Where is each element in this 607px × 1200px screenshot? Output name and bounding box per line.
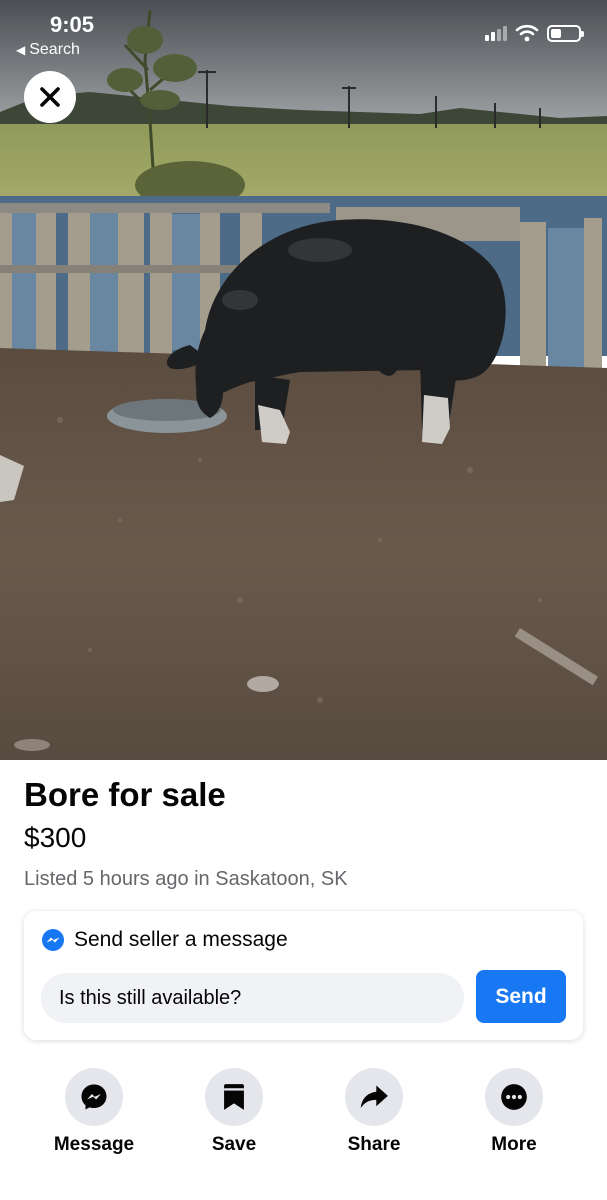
bookmark-icon [224, 1084, 244, 1110]
listing-price: $300 [24, 822, 87, 853]
message-action-circle [65, 1068, 123, 1126]
share-arrow-icon [360, 1085, 388, 1108]
message-card-heading: Send seller a message [74, 928, 288, 951]
listing-photo[interactable]: 9:05 ◀ Search [0, 0, 607, 760]
back-triangle-icon: ◀ [16, 43, 26, 57]
listing-meta: Listed 5 hours ago in Saskatoon, SK [24, 868, 348, 890]
message-action-label: Message [53, 1134, 135, 1155]
messenger-icon [42, 929, 64, 951]
message-card-header: Send seller a message [41, 928, 288, 952]
save-action-label: Save [211, 1134, 257, 1155]
message-input[interactable] [41, 973, 464, 1023]
more-action-circle [485, 1068, 543, 1126]
status-time: 9:05 [50, 12, 95, 37]
share-action-label: Share [347, 1134, 401, 1155]
back-to-search-link[interactable]: ◀ Search [16, 41, 80, 59]
wifi-icon [515, 24, 539, 42]
more-dots-icon [501, 1084, 527, 1110]
more-action-label: More [491, 1134, 537, 1155]
action-bar: Message Save Share More [0, 1068, 607, 1168]
battery-icon [547, 24, 584, 42]
message-seller-card: Send seller a message Send [24, 911, 583, 1040]
cellular-signal-icon [485, 25, 507, 41]
close-icon [40, 87, 60, 107]
share-action-button[interactable]: Share [304, 1068, 444, 1156]
messenger-icon [81, 1084, 107, 1110]
message-action-button[interactable]: Message [24, 1068, 164, 1156]
save-action-circle [205, 1068, 263, 1126]
send-button[interactable]: Send [476, 970, 566, 1023]
status-indicators [485, 24, 584, 42]
close-button[interactable] [24, 71, 76, 123]
listing-title: Bore for sale [24, 776, 226, 813]
back-label: Search [29, 41, 80, 58]
share-action-circle [345, 1068, 403, 1126]
pig-photo-image [0, 0, 607, 760]
save-action-button[interactable]: Save [164, 1068, 304, 1156]
more-action-button[interactable]: More [444, 1068, 584, 1156]
